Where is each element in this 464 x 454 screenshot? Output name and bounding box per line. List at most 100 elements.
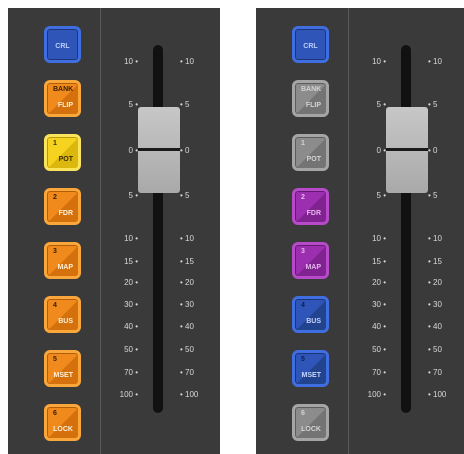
- scale-tick-right: • 5: [428, 191, 438, 200]
- strip-divider: [348, 8, 349, 454]
- scale-tick-left: 20 •: [124, 278, 138, 287]
- scale-tick-left: 30 •: [124, 300, 138, 309]
- scale-tick-left: 15 •: [124, 257, 138, 266]
- button-top-label: 2: [53, 194, 57, 201]
- button-bottom-label: FDR: [58, 210, 73, 217]
- scale-tick-left: 10 •: [372, 57, 386, 66]
- button-bottom-label: BUS: [306, 318, 321, 325]
- flip-button[interactable]: BANK FLIP: [292, 80, 329, 117]
- button-top-label: 4: [53, 302, 57, 309]
- scale-tick-right: • 70: [180, 368, 194, 377]
- flip-button[interactable]: BANK FLIP: [44, 80, 81, 117]
- scale-tick-left: 10 •: [124, 57, 138, 66]
- button-top-label: BANK: [301, 86, 322, 93]
- scale-tick-right: • 40: [428, 322, 442, 331]
- scale-tick-left: 70 •: [372, 368, 386, 377]
- button-bottom-label: BUS: [58, 318, 73, 325]
- button-bottom-label: POT: [306, 156, 321, 163]
- button-bottom-label: MSET: [53, 372, 73, 379]
- scale-tick-right: • 70: [428, 368, 442, 377]
- button-bottom-label: MAP: [57, 264, 73, 271]
- scale-tick-left: 20 •: [372, 278, 386, 287]
- scale-tick-left: 50 •: [124, 345, 138, 354]
- scale-tick-left: 70 •: [124, 368, 138, 377]
- fdr-button[interactable]: 2 FDR: [44, 188, 81, 225]
- button-top-label: 4: [301, 302, 305, 309]
- scale-tick-left: 10 •: [124, 234, 138, 243]
- scale-tick-right: • 15: [428, 257, 442, 266]
- button-top-label: 1: [53, 140, 57, 147]
- pot-button[interactable]: 1 POT: [292, 134, 329, 171]
- strip-divider: [100, 8, 101, 454]
- scale-tick-right: • 30: [428, 300, 442, 309]
- fader-cap[interactable]: [386, 107, 428, 193]
- fader-cap-line: [386, 148, 428, 151]
- scale-tick-right: • 40: [180, 322, 194, 331]
- scale-tick-left: 5 •: [128, 191, 138, 200]
- button-bottom-label: MSET: [301, 372, 321, 379]
- scale-tick-right: • 0: [428, 146, 438, 155]
- bus-button[interactable]: 4 BUS: [292, 296, 329, 333]
- mset-button[interactable]: 5 MSET: [44, 350, 81, 387]
- button-top-label: BANK: [53, 86, 74, 93]
- control-strip-right: CRL BANK FLIP 1 POT 2 FDR 3 MAP 4 BUS 5 MSET 6 LOCK 10…: [256, 8, 464, 454]
- scale-tick-right: • 50: [180, 345, 194, 354]
- scale-tick-right: • 5: [180, 100, 190, 109]
- button-top-label: 6: [53, 410, 57, 417]
- fader-track[interactable]: [401, 45, 411, 413]
- scale-tick-right: • 0: [180, 146, 190, 155]
- lock-button[interactable]: 6 LOCK: [292, 404, 329, 441]
- button-top-label: 1: [301, 140, 305, 147]
- button-top-label: 3: [53, 248, 57, 255]
- button-top-label: 6: [301, 410, 305, 417]
- crl-button[interactable]: CRL: [292, 26, 329, 63]
- button-top-label: 5: [301, 356, 305, 363]
- scale-tick-right: • 30: [180, 300, 194, 309]
- scale-tick-left: 15 •: [372, 257, 386, 266]
- button-bottom-label: FLIP: [305, 102, 321, 109]
- button-top-label: 5: [53, 356, 57, 363]
- fdr-button[interactable]: 2 FDR: [292, 188, 329, 225]
- scale-tick-right: • 20: [428, 278, 442, 287]
- scale-tick-right: • 10: [180, 57, 194, 66]
- scale-tick-right: • 10: [428, 234, 442, 243]
- scale-tick-right: • 5: [428, 100, 438, 109]
- control-strip-left: CRL BANK FLIP 1 POT 2 FDR 3 MAP 4 BUS 5 MSET 6 LOCK 10…: [8, 8, 220, 454]
- scale-tick-right: • 10: [180, 234, 194, 243]
- fader-track[interactable]: [153, 45, 163, 413]
- scale-tick-right: • 20: [180, 278, 194, 287]
- scale-tick-right: • 100: [180, 390, 199, 399]
- button-bottom-label: FDR: [306, 210, 321, 217]
- scale-tick-left: 0 •: [128, 146, 138, 155]
- scale-tick-left: 5 •: [376, 100, 386, 109]
- scale-tick-right: • 10: [428, 57, 442, 66]
- scale-tick-left: 100 •: [119, 390, 138, 399]
- scale-tick-left: 5 •: [376, 191, 386, 200]
- button-bottom-label: LOCK: [53, 426, 73, 433]
- bus-button[interactable]: 4 BUS: [44, 296, 81, 333]
- button-bottom-label: MAP: [305, 264, 321, 271]
- scale-tick-left: 40 •: [372, 322, 386, 331]
- crl-button[interactable]: CRL: [44, 26, 81, 63]
- mset-button[interactable]: 5 MSET: [292, 350, 329, 387]
- scale-tick-left: 40 •: [124, 322, 138, 331]
- scale-tick-right: • 15: [180, 257, 194, 266]
- button-top-label: 2: [301, 194, 305, 201]
- lock-button[interactable]: 6 LOCK: [44, 404, 81, 441]
- scale-tick-left: 30 •: [372, 300, 386, 309]
- button-label: CRL: [303, 43, 318, 50]
- button-bottom-label: FLIP: [57, 102, 73, 109]
- button-top-label: 3: [301, 248, 305, 255]
- scale-tick-right: • 50: [428, 345, 442, 354]
- scale-tick-left: 50 •: [372, 345, 386, 354]
- button-bottom-label: LOCK: [301, 426, 321, 433]
- map-button[interactable]: 3 MAP: [44, 242, 81, 279]
- scale-tick-left: 100 •: [367, 390, 386, 399]
- map-button[interactable]: 3 MAP: [292, 242, 329, 279]
- pot-button[interactable]: 1 POT: [44, 134, 81, 171]
- fader-cap[interactable]: [138, 107, 180, 193]
- button-bottom-label: POT: [58, 156, 73, 163]
- scale-tick-left: 0 •: [376, 146, 386, 155]
- scale-tick-left: 10 •: [372, 234, 386, 243]
- button-label: CRL: [55, 43, 70, 50]
